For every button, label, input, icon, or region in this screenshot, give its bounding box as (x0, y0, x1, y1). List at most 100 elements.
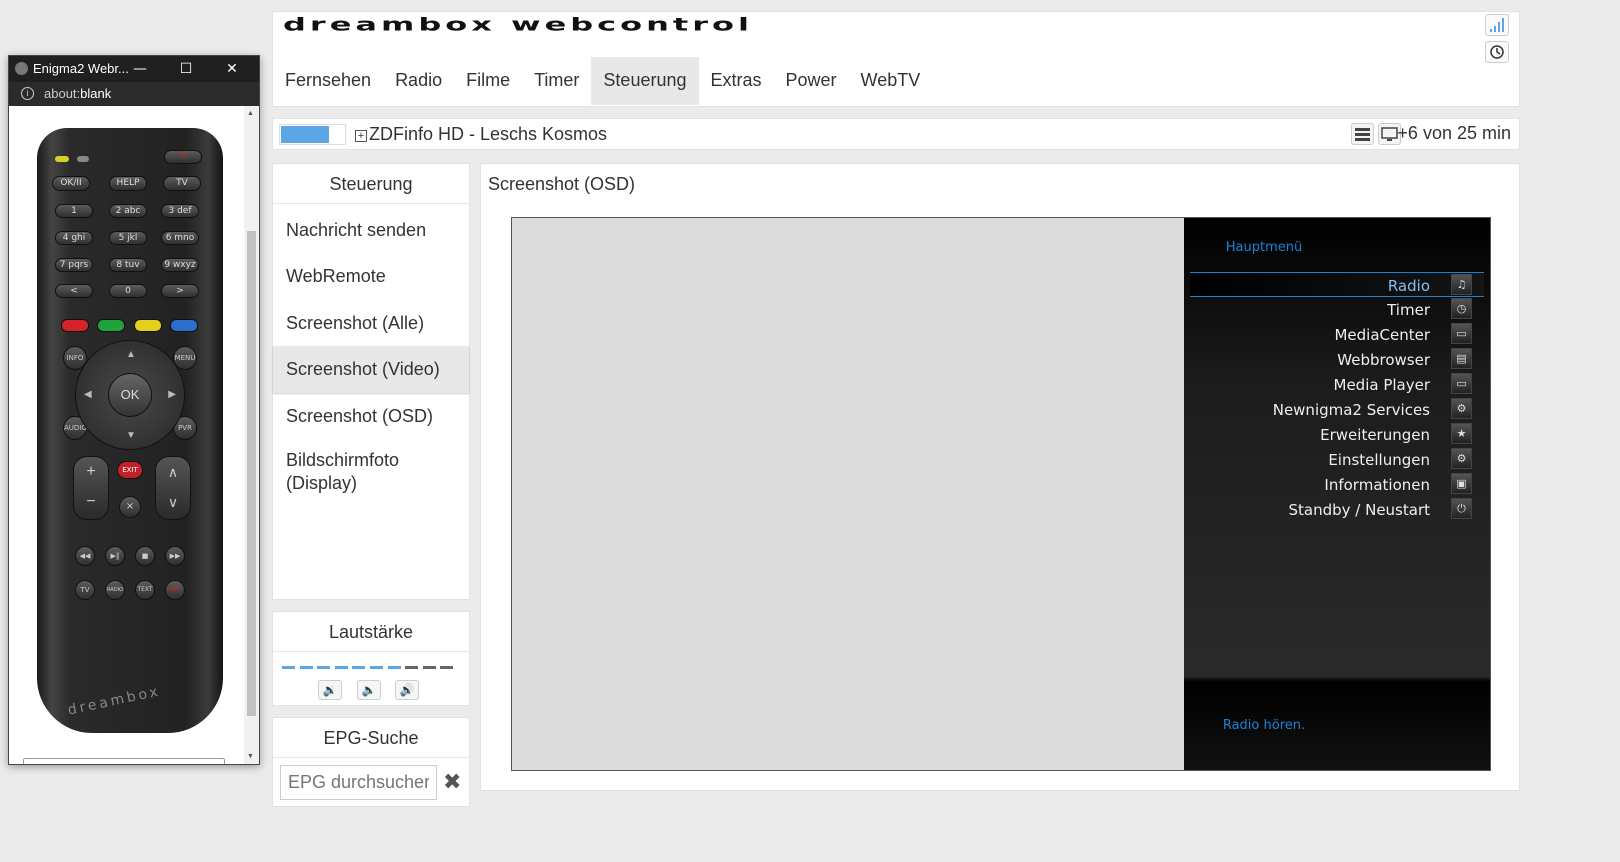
osd-menu-item-mediacenter: MediaCenter ▭ (1190, 322, 1484, 347)
blue-key[interactable] (170, 319, 198, 332)
popup-window: Enigma2 Webr... — ☐ ✕ i about:blank ▲ ▼ … (8, 55, 260, 765)
remote-digit-key[interactable]: 6 mno (161, 231, 199, 245)
nav-steuerung[interactable]: Steuerung (591, 57, 699, 105)
header: dreambox webcontrol Fernsehen Radio Film… (272, 11, 1520, 107)
volume-segment[interactable] (352, 666, 366, 669)
minimize-button[interactable]: — (117, 56, 163, 82)
remote-digit-key[interactable]: < (55, 284, 93, 298)
remote-digit-key[interactable]: 8 tuv (109, 258, 147, 272)
volume-down-button[interactable]: 🔉 (318, 680, 342, 700)
osd-menu-title: Hauptmenü (1225, 240, 1303, 255)
clock-icon[interactable] (1485, 41, 1509, 63)
remote-top-key-3[interactable]: TV (163, 176, 201, 191)
osd-screenshot[interactable]: Hauptmenü Radio ♫ Timer ◷ MediaCenter ▭ Web… (511, 217, 1491, 771)
arrow-right-icon[interactable]: ▶ (168, 389, 176, 400)
nav-timer[interactable]: Timer (522, 57, 591, 105)
sidebar-item-bildschirmfoto-display[interactable]: Bildschirmfoto (Display) (273, 439, 443, 495)
sidebar-item-nachricht-senden[interactable]: Nachricht senden (273, 207, 469, 253)
volume-segment[interactable] (282, 666, 295, 669)
expand-icon[interactable]: + (355, 130, 367, 142)
radio-key[interactable]: RADIO (105, 580, 125, 600)
arrow-left-icon[interactable]: ◀ (84, 389, 92, 400)
mute-key[interactable] (77, 156, 89, 162)
epg-list-icon[interactable] (1351, 123, 1374, 145)
volume-segment[interactable] (440, 666, 454, 669)
popup-scrollbar-thumb[interactable] (247, 231, 256, 716)
arrow-up-icon[interactable]: ▲ (126, 349, 136, 360)
arrow-down-icon[interactable]: ▼ (126, 430, 136, 441)
web-remote[interactable]: ⏻ OK/II HELP TV 1 2 abc 3 def 4 ghi 5 jk… (37, 128, 223, 733)
osd-menu-help-text: Radio hören. (1222, 718, 1306, 733)
remote-digit-key[interactable]: 4 ghi (55, 231, 93, 245)
gears-icon: ⚙ (1451, 448, 1472, 469)
clear-icon[interactable]: ✖ (443, 770, 461, 795)
services-icon: ⚙ (1451, 398, 1472, 419)
red-key[interactable] (61, 319, 89, 332)
remote-digit-key[interactable]: 5 jkl (109, 231, 147, 245)
osd-menu-item-erweiterungen: Erweiterungen ★ (1190, 422, 1484, 447)
remote-top-key-2[interactable]: HELP (109, 176, 147, 191)
sidebar-item-screenshot-alle[interactable]: Screenshot (Alle) (273, 300, 469, 346)
volume-segment[interactable] (299, 666, 313, 669)
dpad[interactable]: ▲ ▼ ◀ ▶ OK (75, 340, 185, 450)
popup-address-bar[interactable]: i about:blank (9, 82, 259, 106)
stop-key[interactable]: ■ (135, 546, 155, 566)
tv-key[interactable]: TV (75, 580, 95, 600)
remote-digit-key[interactable]: 3 def (161, 204, 199, 218)
power-key[interactable]: ⏻ (164, 150, 202, 164)
play-pause-key[interactable]: ▶‖ (105, 546, 125, 566)
browser-icon: ▤ (1451, 348, 1472, 369)
nav-power[interactable]: Power (774, 57, 849, 105)
app-logo[interactable]: dreambox webcontrol (283, 14, 753, 35)
sidebar-item-webremote[interactable]: WebRemote (273, 253, 469, 300)
volume-panel: Lautstärke 🔉 🔈 🔊 (272, 611, 470, 706)
osd-menu-item-newnigma2-services: Newnigma2 Services ⚙ (1190, 397, 1484, 422)
ok-key[interactable]: OK (108, 373, 152, 417)
volume-title: Lautstärke (273, 612, 469, 652)
remote-digit-key[interactable]: 7 pqrs (55, 258, 93, 272)
nav-extras[interactable]: Extras (699, 57, 774, 105)
volume-segment[interactable] (387, 666, 401, 669)
nav-filme[interactable]: Filme (454, 57, 522, 105)
nav-fernsehen[interactable]: Fernsehen (273, 57, 383, 105)
popup-titlebar[interactable]: Enigma2 Webr... — ☐ ✕ (9, 56, 259, 82)
current-channel[interactable]: + ZDFinfo HD - Leschs Kosmos (355, 124, 607, 145)
rec-key[interactable]: REC (165, 580, 185, 600)
remote-digit-key[interactable]: 2 abc (109, 204, 147, 218)
remote-digit-key[interactable]: 1 (55, 204, 93, 218)
rewind-key[interactable]: ◀◀ (75, 546, 95, 566)
text-key[interactable]: TEXT (135, 580, 155, 600)
timer-icon: ◷ (1451, 298, 1472, 319)
yellow-key[interactable] (134, 319, 162, 332)
sidebar-item-screenshot-video[interactable]: Screenshot (Video) (273, 346, 469, 393)
volume-up-button[interactable]: 🔊 (395, 680, 419, 700)
nav-webtv[interactable]: WebTV (849, 57, 933, 105)
mute-button[interactable]: 🔈 (357, 680, 381, 700)
forward-key[interactable]: ▶▶ (165, 546, 185, 566)
volume-segment[interactable] (370, 666, 383, 669)
volume-segment[interactable] (317, 666, 331, 669)
remote-digit-key[interactable]: > (161, 284, 199, 298)
exit-key[interactable]: EXIT (117, 461, 143, 479)
info-icon[interactable]: i (21, 87, 34, 100)
remote-top-key-1[interactable]: OK/II (52, 176, 90, 191)
channel-rocker[interactable]: ∧ ∨ (155, 456, 191, 520)
remote-digit-key[interactable]: 9 wxyz (161, 258, 199, 272)
remote-digit-key[interactable]: 0 (109, 284, 147, 298)
epg-search-panel: EPG-Suche ✖ (272, 717, 470, 807)
volume-segment[interactable] (405, 666, 419, 669)
volume-rocker[interactable]: + − (73, 456, 109, 520)
volume-segment[interactable] (422, 666, 436, 669)
epg-search-input[interactable] (280, 765, 437, 800)
maximize-button[interactable]: ☐ (163, 56, 209, 82)
signal-icon[interactable] (1485, 14, 1509, 36)
mute-key-round[interactable]: ⨯ (119, 496, 141, 518)
close-button[interactable]: ✕ (209, 56, 255, 82)
sidebar-item-screenshot-osd[interactable]: Screenshot (OSD) (273, 393, 469, 439)
osd-menu-item-einstellungen: Einstellungen ⚙ (1190, 447, 1484, 472)
green-key[interactable] (97, 319, 125, 332)
volume-segment[interactable] (334, 666, 348, 669)
scroll-up-icon[interactable]: ▲ (247, 110, 254, 117)
nav-radio[interactable]: Radio (383, 57, 454, 105)
scroll-down-icon[interactable]: ▼ (247, 753, 254, 760)
